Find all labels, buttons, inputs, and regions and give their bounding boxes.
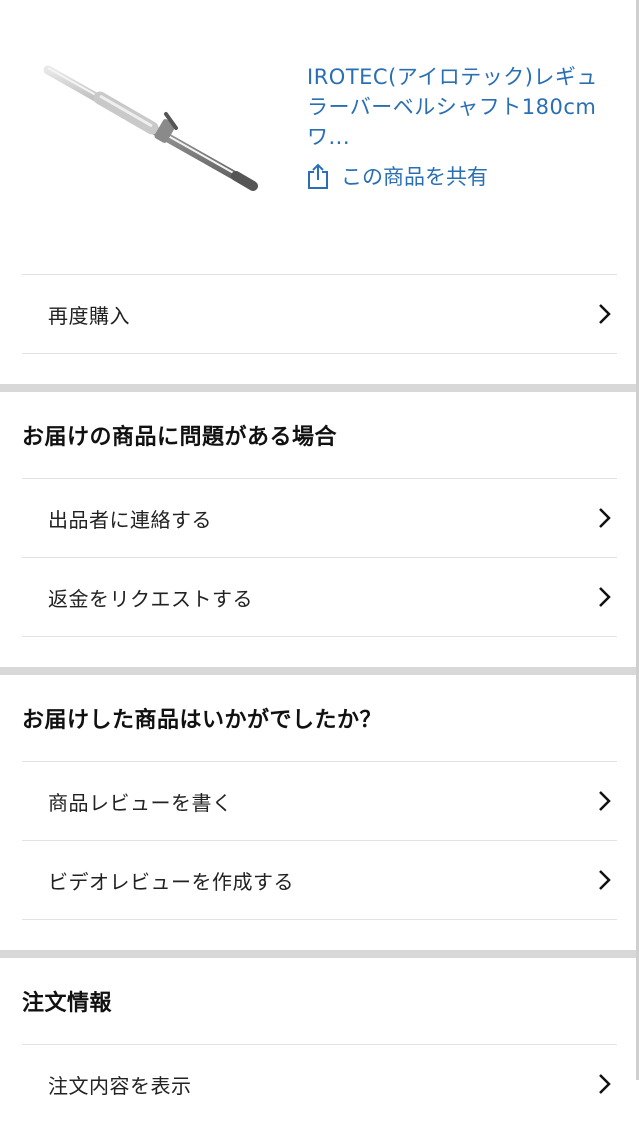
problem-section-title: お届けの商品に問題がある場合	[22, 425, 338, 450]
order-section-title: 注文情報	[22, 991, 113, 1016]
product-card: IROTEC(アイロテック)レギュラーバーベルシャフト180cmワ... この商…	[0, 0, 639, 274]
chevron-right-icon	[599, 1074, 611, 1094]
video-review-label: ビデオレビューを作成する	[48, 869, 294, 894]
request-refund-row[interactable]: 返金をリクエストする	[22, 557, 617, 637]
share-icon	[308, 163, 328, 189]
buy-again-row[interactable]: 再度購入	[22, 274, 617, 354]
section-divider	[0, 667, 639, 675]
view-order-label: 注文内容を表示	[48, 1073, 192, 1098]
video-review-row[interactable]: ビデオレビューを作成する	[22, 840, 617, 920]
contact-seller-row[interactable]: 出品者に連絡する	[22, 478, 617, 557]
write-review-row[interactable]: 商品レビューを書く	[22, 761, 617, 840]
chevron-right-icon	[599, 870, 611, 890]
chevron-right-icon	[599, 508, 611, 528]
chevron-right-icon	[599, 791, 611, 811]
view-order-row[interactable]: 注文内容を表示	[22, 1044, 617, 1123]
write-review-label: 商品レビューを書く	[48, 790, 233, 815]
request-refund-label: 返金をリクエストする	[48, 586, 253, 611]
contact-seller-label: 出品者に連絡する	[48, 507, 212, 532]
buy-again-label: 再度購入	[48, 303, 130, 328]
share-product-button[interactable]: この商品を共有	[307, 160, 488, 192]
chevron-right-icon	[599, 304, 611, 324]
section-divider	[0, 384, 639, 392]
section-divider	[0, 950, 639, 958]
chevron-right-icon	[599, 587, 611, 607]
product-image[interactable]	[40, 58, 270, 203]
product-title-link[interactable]: IROTEC(アイロテック)レギュラーバーベルシャフト180cmワ...	[307, 62, 607, 152]
share-label: この商品を共有	[341, 165, 488, 189]
review-section-title: お届けした商品はいかがでしたか？	[22, 708, 383, 733]
